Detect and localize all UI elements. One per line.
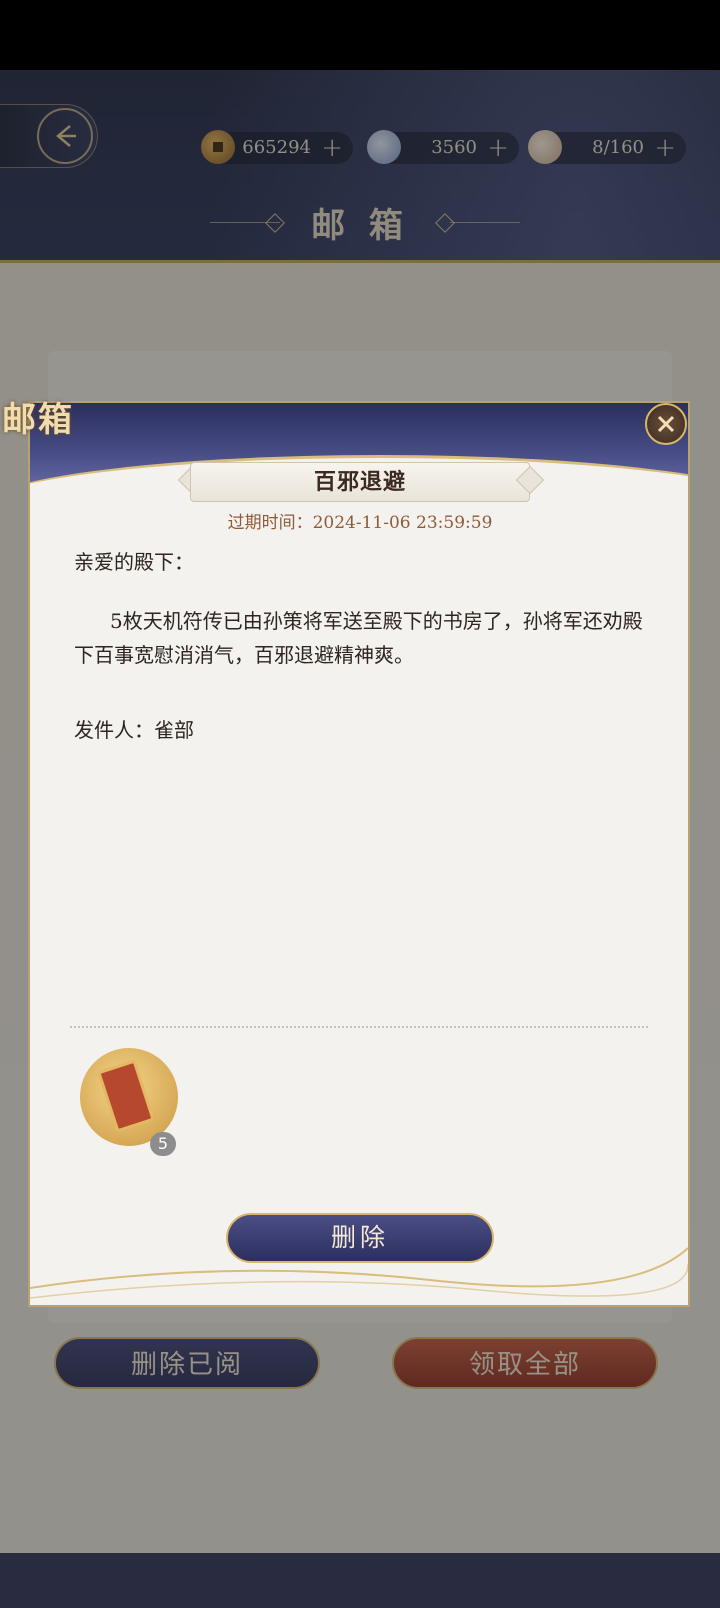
attachment-divider <box>70 1026 648 1028</box>
status-bar <box>0 0 720 70</box>
delete-button[interactable]: 删除 <box>226 1213 494 1263</box>
talisman-icon <box>97 1059 155 1133</box>
mail-paragraph: 5枚天机符传已由孙策将军送至殿下的书房了，孙将军还劝殿下百事宽慰消消气，百邪退避… <box>74 609 643 667</box>
mail-title: 百邪退避 <box>190 462 530 502</box>
mailbox-screen: 665294 + 3560 + 8/160 + 邮 箱 删除已阅 领取全部 邮箱… <box>0 0 720 1608</box>
attachment-count: 5 <box>150 1132 176 1156</box>
mail-detail-dialog <box>30 403 688 1305</box>
close-icon <box>657 415 675 433</box>
dialog-tag: 邮箱 <box>2 400 74 440</box>
mail-greeting: 亲爱的殿下： <box>74 550 194 574</box>
mail-sender: 发件人：雀部 <box>74 718 194 742</box>
expire-time: 过期时间：2024-11-06 23:59:59 <box>227 513 493 533</box>
close-button[interactable] <box>645 403 687 445</box>
